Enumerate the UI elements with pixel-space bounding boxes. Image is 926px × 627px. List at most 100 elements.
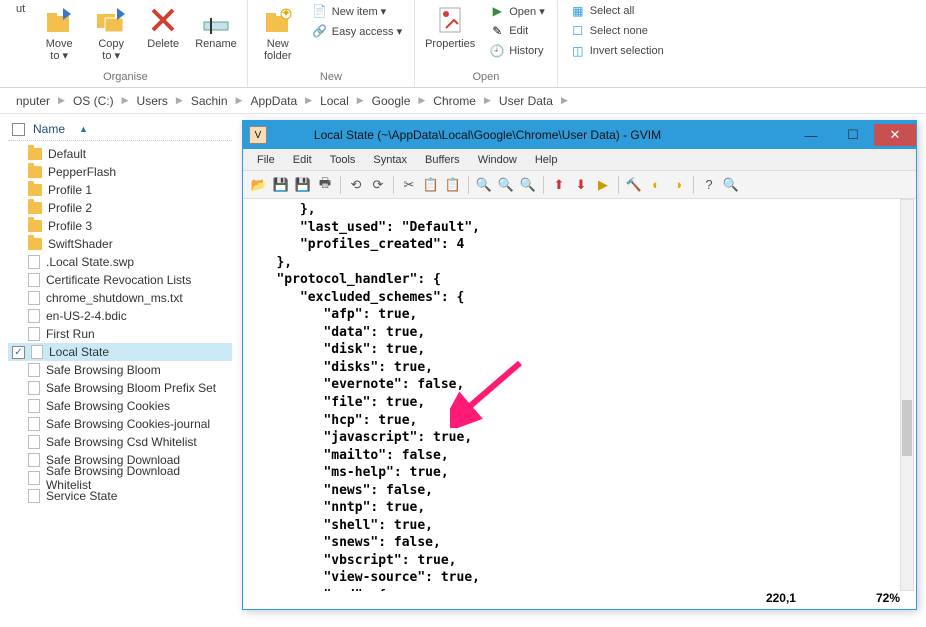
gvim-cursor-position: 220,1	[766, 591, 796, 609]
tool-help-icon[interactable]: ?	[699, 175, 719, 195]
tool-open-icon[interactable]: 📂	[249, 175, 269, 195]
minimize-button[interactable]: —	[790, 124, 832, 146]
select-none-button[interactable]: ☐Select none	[566, 22, 668, 40]
file-row[interactable]: ✓Local State	[8, 343, 232, 361]
file-row[interactable]: Safe Browsing Cookies-journal	[8, 415, 232, 433]
breadcrumb-segment[interactable]: Sachin	[187, 94, 232, 108]
breadcrumb-separator-icon: ▶	[557, 95, 572, 106]
delete-button[interactable]: Delete	[141, 2, 185, 52]
breadcrumb-separator-icon: ▶	[172, 95, 187, 106]
gvim-statusbar: 220,1 72%	[243, 591, 916, 609]
select-all-button[interactable]: ▦Select all	[566, 2, 668, 20]
invert-selection-button[interactable]: ◫Invert selection	[566, 42, 668, 60]
file-row[interactable]: .Local State.swp	[8, 253, 232, 271]
file-row[interactable]: Safe Browsing Csd Whitelist	[8, 433, 232, 451]
breadcrumb-segment[interactable]: Local	[316, 94, 353, 108]
breadcrumb-segment[interactable]: OS (C:)	[69, 94, 118, 108]
tool-findhelp-icon[interactable]: 🔍	[721, 175, 741, 195]
tool-shell-icon[interactable]: ◐	[646, 175, 666, 195]
tool-copy-icon[interactable]: 📋	[421, 175, 441, 195]
file-checkbox[interactable]: ✓	[12, 346, 25, 359]
breadcrumb-separator-icon: ▶	[54, 95, 69, 106]
new-folder-button[interactable]: ✦ New folder	[256, 2, 300, 64]
breadcrumb-segment[interactable]: Google	[368, 94, 415, 108]
select-all-checkbox[interactable]	[12, 123, 25, 136]
tool-tags-icon[interactable]: ◑	[668, 175, 688, 195]
tool-paste-icon[interactable]: 📋	[443, 175, 463, 195]
tool-saveall-icon[interactable]: 💾	[293, 175, 313, 195]
column-name[interactable]: Name	[33, 122, 65, 136]
tool-cut-icon[interactable]: ✂	[399, 175, 419, 195]
open-button[interactable]: ▶Open ▾	[485, 2, 549, 20]
file-name: Profile 2	[48, 201, 92, 215]
edit-button[interactable]: ✎Edit	[485, 22, 549, 40]
file-row[interactable]: Profile 1	[8, 181, 232, 199]
easy-access-button[interactable]: 🔗Easy access ▾	[308, 22, 406, 40]
tool-replace-icon[interactable]: 🔍	[518, 175, 538, 195]
tool-redo-icon[interactable]: ⟳	[368, 175, 388, 195]
file-icon	[28, 291, 40, 305]
gvim-scrollbar-thumb[interactable]	[902, 400, 912, 456]
tool-findnext-icon[interactable]: 🔍	[496, 175, 516, 195]
tool-load-session-icon[interactable]: ⬆	[549, 175, 569, 195]
gvim-editor[interactable]: }, "last_used": "Default", "profiles_cre…	[247, 199, 898, 591]
file-name: Safe Browsing Cookies	[46, 399, 170, 413]
new-item-button[interactable]: 📄New item ▾	[308, 2, 406, 20]
gvim-menu-help[interactable]: Help	[527, 152, 566, 168]
cut-button[interactable]: ut	[12, 2, 29, 16]
gvim-menu-syntax[interactable]: Syntax	[365, 152, 415, 168]
file-row[interactable]: Safe Browsing Download Whitelist	[8, 469, 232, 487]
copy-to-button[interactable]: Copy to ▾	[89, 2, 133, 64]
file-row[interactable]: Safe Browsing Bloom Prefix Set	[8, 379, 232, 397]
file-row[interactable]: Default	[8, 145, 232, 163]
tool-run-script-icon[interactable]: ▶	[593, 175, 613, 195]
tool-find-icon[interactable]: 🔍	[474, 175, 494, 195]
file-row[interactable]: Safe Browsing Bloom	[8, 361, 232, 379]
gvim-menu-buffers[interactable]: Buffers	[417, 152, 468, 168]
rename-button[interactable]: Rename	[193, 2, 239, 52]
tool-undo-icon[interactable]: ⟲	[346, 175, 366, 195]
history-button[interactable]: 🕘History	[485, 42, 549, 60]
tool-save-session-icon[interactable]: ⬇	[571, 175, 591, 195]
gvim-menu-edit[interactable]: Edit	[285, 152, 320, 168]
file-row[interactable]: Certificate Revocation Lists	[8, 271, 232, 289]
file-row[interactable]: Profile 2	[8, 199, 232, 217]
gvim-menu-window[interactable]: Window	[470, 152, 525, 168]
file-icon	[28, 489, 40, 503]
file-row[interactable]: SwiftShader	[8, 235, 232, 253]
file-list-header[interactable]: Name ▲	[8, 118, 232, 141]
file-row[interactable]: chrome_shutdown_ms.txt	[8, 289, 232, 307]
gvim-menu-file[interactable]: File	[249, 152, 283, 168]
file-row[interactable]: Profile 3	[8, 217, 232, 235]
file-row[interactable]: Safe Browsing Cookies	[8, 397, 232, 415]
breadcrumb-segment[interactable]: User Data	[495, 94, 557, 108]
breadcrumb-segment[interactable]: nputer	[12, 94, 54, 108]
breadcrumb[interactable]: nputer▶OS (C:)▶Users▶Sachin▶AppData▶Loca…	[0, 88, 926, 114]
file-name: Certificate Revocation Lists	[46, 273, 191, 287]
ribbon: ut Move to ▾ Copy to ▾ Delete Rename Org…	[0, 0, 926, 88]
file-row[interactable]: en-US-2-4.bdic	[8, 307, 232, 325]
gvim-scrollbar[interactable]	[900, 199, 914, 591]
close-button[interactable]: ✕	[874, 124, 916, 146]
gvim-window: V Local State (~\AppData\Local\Google\Ch…	[242, 120, 917, 610]
file-row[interactable]: First Run	[8, 325, 232, 343]
gvim-titlebar[interactable]: V Local State (~\AppData\Local\Google\Ch…	[243, 121, 916, 149]
breadcrumb-segment[interactable]: AppData	[246, 94, 301, 108]
file-name: Default	[48, 147, 86, 161]
tool-print-icon[interactable]: 🖶	[315, 175, 335, 195]
breadcrumb-segment[interactable]: Chrome	[429, 94, 480, 108]
gvim-menu-tools[interactable]: Tools	[322, 152, 364, 168]
tool-save-icon[interactable]: 💾	[271, 175, 291, 195]
file-row[interactable]: PepperFlash	[8, 163, 232, 181]
group-open-label: Open	[472, 71, 499, 85]
maximize-button[interactable]: ☐	[832, 124, 874, 146]
tool-make-icon[interactable]: 🔨	[624, 175, 644, 195]
properties-button[interactable]: Properties	[423, 2, 477, 52]
breadcrumb-separator-icon: ▶	[232, 95, 247, 106]
breadcrumb-segment[interactable]: Users	[133, 94, 172, 108]
file-icon	[28, 399, 40, 413]
move-to-button[interactable]: Move to ▾	[37, 2, 81, 64]
sort-indicator-icon: ▲	[79, 124, 88, 134]
breadcrumb-separator-icon: ▶	[414, 95, 429, 106]
file-icon	[28, 327, 40, 341]
